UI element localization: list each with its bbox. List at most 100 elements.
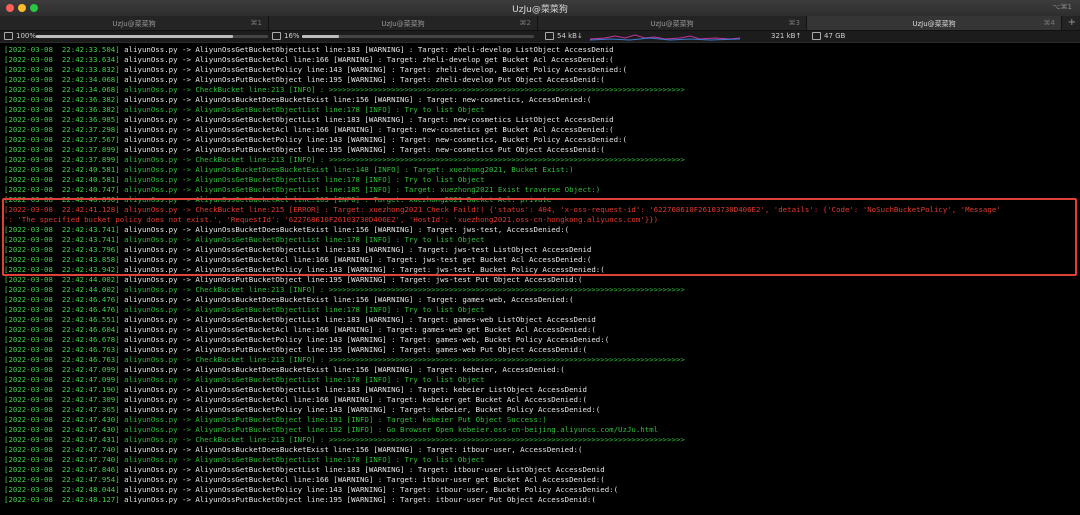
log-line: [2022-03-08 22:42:47.190] aliyunOss.py -… [4,385,587,395]
tab-1[interactable]: UzJu@菜菜狗 ⌘1 [0,16,269,30]
log-line: [2022-03-08 22:42:46.604] aliyunOss.py -… [4,325,596,335]
log-line: [2022-03-08 22:42:47.846] aliyunOss.py -… [4,465,605,475]
network-graph [590,34,740,41]
log-message: aliyunOss.py -> AliyunOssBucketDoesBucke… [119,165,574,174]
log-line: [2022-03-08 22:42:47.309] aliyunOss.py -… [4,395,587,405]
log-line: [2022-03-08 22:42:34.068] aliyunOss.py -… [4,75,605,85]
log-line: [2022-03-08 22:42:43.741] aliyunOss.py -… [4,235,485,245]
log-timestamp: [2022-03-08 22:42:34.068] [4,75,120,84]
log-timestamp: [2022-03-08 22:42:46.476] [4,305,120,314]
log-message: aliyunOss.py -> AliyunOssGetBucketObject… [119,455,485,464]
log-timestamp: [2022-03-08 22:42:47.099] [4,375,120,384]
log-timestamp: [2022-03-08 22:42:37.899] [4,145,120,154]
log-message: aliyunOss.py -> AliyunOssGetBucketObject… [119,315,596,324]
log-message: aliyunOss.py -> AliyunOssGetBucketAcl li… [119,325,596,334]
terminal-output[interactable]: [2022-03-08 22:42:33.504] aliyunOss.py -… [0,43,1080,515]
terminal-window: UzJu@菜菜狗 ⌥⌘1 UzJu@菜菜狗 ⌘1 UzJu@菜菜狗 ⌘2 UzJ… [0,0,1080,515]
log-line: [2022-03-08 22:42:47.430] aliyunOss.py -… [4,425,658,435]
log-timestamp: [2022-03-08 22:42:36.382] [4,95,120,104]
zoom-value: 100% [16,32,37,40]
log-line: [2022-03-08 22:42:41.128] aliyunOss.py -… [4,205,1001,215]
new-tab-button[interactable]: + [1068,17,1076,28]
log-message: aliyunOss.py -> AliyunOssPutBucketObject… [119,345,587,354]
log-timestamp: [2022-03-08 22:42:33.504] [4,45,120,54]
log-line: [2022-03-08 22:42:40.890] aliyunOss.py -… [4,195,551,205]
window-title: UzJu@菜菜狗 [512,5,568,15]
log-line: [2022-03-08 22:42:44.002] aliyunOss.py -… [4,285,685,295]
cpu-status: 16% [272,32,300,40]
net-up-value: 321 kB↑ [771,32,802,40]
log-message: aliyunOss.py -> CheckBucket line:213 [IN… [119,435,685,444]
network-up-status: 321 kB↑ [771,32,801,40]
log-message: aliyunOss.py -> AliyunOssGetBucketPolicy… [119,65,627,74]
log-line: [2022-03-08 22:42:48.127] aliyunOss.py -… [4,495,596,505]
tab-4-active[interactable]: UzJu@菜菜狗 ⌘4 [807,16,1062,30]
log-timestamp: [2022-03-08 22:42:33.634] [4,55,120,64]
display-icon [4,32,13,40]
log-timestamp: [2022-03-08 22:42:47.740] [4,455,120,464]
log-line: [2022-03-08 22:42:47.099] aliyunOss.py -… [4,375,485,385]
log-timestamp: [2022-03-08 22:42:41.128] [4,205,120,214]
log-timestamp: [2022-03-08 22:42:40.890] [4,195,120,204]
log-line: [2022-03-08 22:42:43.741] aliyunOss.py -… [4,225,569,235]
log-message: aliyunOss.py -> AliyunOssGetBucketAcl li… [119,125,614,134]
log-line: [2022-03-08 22:42:47.430] aliyunOss.py -… [4,415,547,425]
log-line: [2022-03-08 22:42:37.899] aliyunOss.py -… [4,155,685,165]
log-message: aliyunOss.py -> AliyunOssGetBucketPolicy… [119,335,610,344]
log-line: [2022-03-08 22:42:47.954] aliyunOss.py -… [4,475,605,485]
network-down-status: 54 kB↓ [545,32,583,40]
tab-label: UzJu@菜菜狗 [381,20,425,28]
log-line: [2022-03-08 22:42:46.678] aliyunOss.py -… [4,335,609,345]
log-message: aliyunOss.py -> AliyunOssGetBucketObject… [119,105,485,114]
log-line: [2022-03-08 22:42:40.581] aliyunOss.py -… [4,165,574,175]
log-timestamp: [2022-03-08 22:42:34.068] [4,85,120,94]
log-timestamp: [2022-03-08 22:42:46.604] [4,325,120,334]
log-timestamp: [2022-03-08 22:42:47.846] [4,465,120,474]
log-message: aliyunOss.py -> AliyunOssGetBucketPolicy… [119,485,619,494]
network-icon [545,32,554,40]
log-timestamp: [2022-03-08 22:42:40.747] [4,185,120,194]
net-down-value: 54 kB↓ [557,32,583,40]
log-message: aliyunOss.py -> AliyunOssGetBucketObject… [119,185,601,194]
log-line: [2022-03-08 22:42:46.763] aliyunOss.py -… [4,345,587,355]
log-line: [2022-03-08 22:42:36.985] aliyunOss.py -… [4,115,614,125]
log-message: aliyunOss.py -> CheckBucket line:213 [IN… [119,285,685,294]
log-timestamp: [2022-03-08 22:42:36.985] [4,115,120,124]
log-message: aliyunOss.py -> AliyunOssGetBucketObject… [119,385,587,394]
log-timestamp: [2022-03-08 22:42:47.954] [4,475,120,484]
log-timestamp: [2022-03-08 22:42:47.099] [4,365,120,374]
log-timestamp: [2022-03-08 22:42:48.044] [4,485,120,494]
log-line: [2022-03-08 22:42:43.796] aliyunOss.py -… [4,245,591,255]
log-line: [2022-03-08 22:42:47.365] aliyunOss.py -… [4,405,600,415]
log-timestamp: [2022-03-08 22:42:47.365] [4,405,120,414]
log-line: [2022-03-08 22:42:33.634] aliyunOss.py -… [4,55,614,65]
log-timestamp: [2022-03-08 22:42:33.832] [4,65,120,74]
log-message: aliyunOss.py -> AliyunOssGetBucketAcl li… [119,55,614,64]
zoom-bar-fill [36,35,234,38]
tab-label: UzJu@菜菜狗 [650,20,694,28]
tab-2[interactable]: UzJu@菜菜狗 ⌘2 [269,16,538,30]
log-message: aliyunOss.py -> AliyunOssGetBucketObject… [119,375,485,384]
log-message: aliyunOss.py -> AliyunOssPutBucketObject… [119,425,659,434]
tab-label: UzJu@菜菜狗 [912,20,956,28]
log-line: [2022-03-08 22:42:40.581] aliyunOss.py -… [4,175,485,185]
log-line: [2022-03-08 22:42:40.747] aliyunOss.py -… [4,185,600,195]
log-message: ': 'The specified bucket policy does not… [4,215,659,224]
log-message: aliyunOss.py -> CheckBucket line:213 [IN… [119,355,685,364]
zoom-status: 100% [4,32,36,40]
log-timestamp: [2022-03-08 22:42:47.430] [4,415,120,424]
log-timestamp: [2022-03-08 22:42:47.190] [4,385,120,394]
log-line: [2022-03-08 22:42:43.942] aliyunOss.py -… [4,265,605,275]
log-line: [2022-03-08 22:42:46.551] aliyunOss.py -… [4,315,596,325]
log-line: [2022-03-08 22:42:46.476] aliyunOss.py -… [4,295,574,305]
log-message: aliyunOss.py -> AliyunOssPutBucketObject… [119,75,605,84]
log-timestamp: [2022-03-08 22:42:43.796] [4,245,120,254]
log-timestamp: [2022-03-08 22:42:36.382] [4,105,120,114]
log-timestamp: [2022-03-08 22:42:46.763] [4,355,120,364]
tab-3[interactable]: UzJu@菜菜狗 ⌘3 [538,16,807,30]
log-line: [2022-03-08 22:42:46.476] aliyunOss.py -… [4,305,485,315]
log-line: [2022-03-08 22:42:36.382] aliyunOss.py -… [4,95,591,105]
log-line: [2022-03-08 22:42:37.567] aliyunOss.py -… [4,135,627,145]
log-line: [2022-03-08 22:42:47.740] aliyunOss.py -… [4,455,485,465]
log-line: [2022-03-08 22:42:47.099] aliyunOss.py -… [4,365,565,375]
